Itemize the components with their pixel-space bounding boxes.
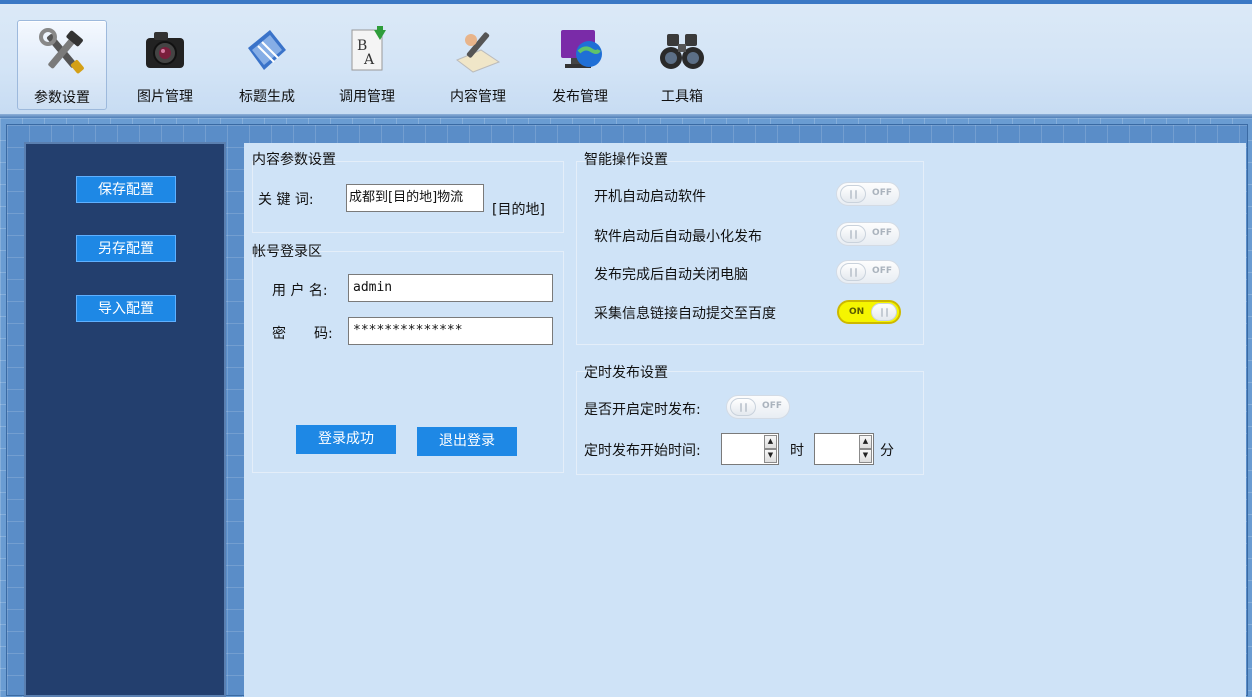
shutdown-toggle[interactable]: OFF — [836, 260, 900, 284]
username-label: 用 户 名: — [272, 283, 328, 299]
hour-up-arrow-icon[interactable]: ▲ — [764, 435, 777, 449]
toolbar-label: 标题生成 — [239, 89, 295, 105]
toggle-knob — [840, 225, 866, 243]
toolbar-item-titles[interactable]: 标题生成 — [222, 20, 312, 110]
minute-down-arrow-icon[interactable]: ▼ — [859, 449, 872, 463]
toolbar-label: 内容管理 — [450, 89, 506, 105]
svg-text:A: A — [363, 52, 375, 68]
toolbar-label: 调用管理 — [339, 89, 395, 105]
toolbar-label: 参数设置 — [34, 90, 90, 106]
schedule-enable-toggle[interactable]: OFF — [726, 395, 790, 419]
save-as-config-button[interactable]: 另存配置 — [76, 235, 176, 262]
keyword-tag: [目的地] — [492, 202, 545, 218]
hour-down-arrow-icon[interactable]: ▼ — [764, 449, 777, 463]
camera-icon — [146, 32, 184, 68]
password-input[interactable]: ************** — [348, 317, 553, 345]
toolbar-label: 发布管理 — [552, 89, 608, 105]
hour-spinner[interactable]: ▲ ▼ — [721, 433, 779, 465]
content-params-title: 内容参数设置 — [252, 152, 336, 168]
password-label-part2: 码: — [314, 326, 333, 342]
minute-spinner-buttons: ▲ ▼ — [859, 435, 872, 463]
minimize-toggle[interactable]: OFF — [836, 222, 900, 246]
minute-up-arrow-icon[interactable]: ▲ — [859, 435, 872, 449]
option-label-autostart: 开机自动启动软件 — [594, 189, 706, 205]
logout-button[interactable]: 退出登录 — [417, 427, 517, 456]
hour-unit-label: 时 — [790, 443, 804, 459]
schedule-enable-label: 是否开启定时发布: — [584, 402, 701, 418]
save-config-button[interactable]: 保存配置 — [76, 176, 176, 203]
toggle-state-text: OFF — [872, 266, 892, 276]
schedule-start-label: 定时发布开始时间: — [584, 443, 701, 459]
pen-writing-icon — [456, 32, 501, 73]
toolbar-item-publish[interactable]: 发布管理 — [535, 20, 625, 110]
autostart-toggle[interactable]: OFF — [836, 182, 900, 206]
toolbar-item-images[interactable]: 图片管理 — [120, 20, 210, 110]
option-label-baidu-submit: 采集信息链接自动提交至百度 — [594, 306, 776, 322]
minute-unit-label: 分 — [880, 443, 894, 459]
keyword-label: 关 键 词: — [258, 192, 314, 208]
toolbar-label: 工具箱 — [661, 89, 703, 105]
globe-monitor-icon — [561, 30, 602, 68]
notebook-icon — [248, 30, 286, 70]
toggle-knob — [840, 185, 866, 203]
binoculars-icon — [660, 34, 704, 69]
minute-spinner[interactable]: ▲ ▼ — [814, 433, 874, 465]
option-label-minimize: 软件启动后自动最小化发布 — [594, 229, 762, 245]
settings-panel: 内容参数设置 关 键 词: 成都到[目的地]物流 [目的地] 帐号登录区 用 户… — [244, 143, 1246, 697]
schedule-title: 定时发布设置 — [584, 365, 668, 381]
toolbar-item-content[interactable]: 内容管理 — [433, 20, 523, 110]
toggle-knob — [840, 263, 866, 281]
toggle-knob — [871, 303, 897, 321]
import-config-button[interactable]: 导入配置 — [76, 295, 176, 322]
toggle-state-text: ON — [849, 307, 865, 317]
sidebar: 保存配置 另存配置 导入配置 — [24, 142, 226, 697]
toolbar-item-toolbox[interactable]: 工具箱 — [637, 20, 727, 110]
password-label-part1: 密 — [272, 326, 286, 342]
toggle-state-text: OFF — [872, 228, 892, 238]
login-button[interactable]: 登录成功 — [296, 425, 396, 454]
text-document-icon: B A — [351, 26, 386, 71]
hour-spinner-buttons: ▲ ▼ — [764, 435, 777, 463]
username-input[interactable]: admin — [348, 274, 553, 302]
toolbar-label: 图片管理 — [137, 89, 193, 105]
toggle-state-text: OFF — [872, 188, 892, 198]
toggle-knob — [730, 398, 756, 416]
smart-ops-title: 智能操作设置 — [584, 152, 668, 168]
toolbar-item-calls[interactable]: B A 调用管理 — [322, 20, 412, 110]
toggle-state-text: OFF — [762, 401, 782, 411]
login-title: 帐号登录区 — [252, 244, 322, 260]
main-toolbar: 参数设置 图片管理 标题生成 B A 调用管理 内容管理 发布管理 工具箱 — [0, 0, 1252, 118]
baidu-submit-toggle[interactable]: ON — [837, 300, 901, 324]
toolbar-item-settings[interactable]: 参数设置 — [17, 20, 107, 110]
keyword-input[interactable]: 成都到[目的地]物流 — [346, 184, 484, 212]
option-label-shutdown: 发布完成后自动关闭电脑 — [594, 267, 748, 283]
tools-icon — [39, 28, 84, 74]
